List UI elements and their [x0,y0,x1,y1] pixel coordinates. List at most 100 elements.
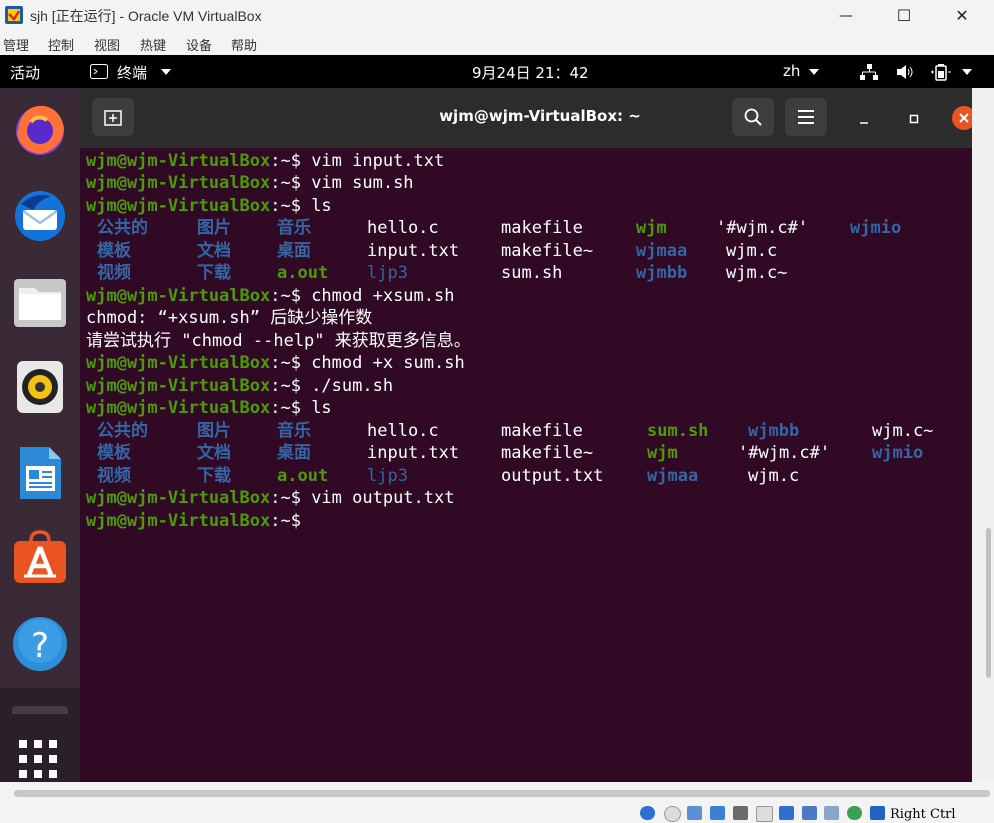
vt-x-status-icon[interactable] [824,806,839,820]
window-title: sjh [正在运行] - Oracle VM VirtualBox [30,8,262,24]
clock[interactable]: 9月24日 21：42 [472,62,589,83]
dock-libreoffice-writer[interactable] [9,442,71,504]
terminal-minimize-button[interactable] [853,108,875,130]
ubuntu-dock: ? [0,88,80,782]
error-line: 请尝试执行 "chmod --help" 来获取更多信息。 [86,331,471,351]
menu-view[interactable]: 视图 [94,35,120,54]
show-apps-grid-icon[interactable] [19,740,59,780]
dock-bottom-area [0,688,80,782]
activities-button[interactable]: 活动 [10,62,40,83]
help-icon: ? [13,617,67,671]
keyboard-capture-icon[interactable] [870,806,885,820]
ls-entry: wjm [647,443,678,463]
menu-manage[interactable]: 管理 [3,35,29,54]
display-status-icon[interactable] [779,806,794,820]
minimize-icon [860,122,868,124]
dock-firefox[interactable] [9,98,71,160]
dock-files[interactable] [9,272,71,334]
ls-entry: wjm.c [726,241,778,261]
terminal-line: wjm@wjm-VirtualBox:~$ ./sum.sh [86,376,394,396]
optical-drive-status-icon[interactable] [664,806,681,822]
recording-status-icon[interactable] [802,806,817,820]
minimize-button[interactable]: — [818,0,874,31]
menu-devices[interactable]: 设备 [186,35,212,54]
minimize-icon: — [839,7,853,24]
ls-entry: ljp3 [367,466,408,486]
chevron-down-icon [161,69,171,75]
menu-hotkey[interactable]: 热键 [140,35,166,54]
ls-entry: wjmbb [636,263,688,283]
terminal-line: wjm@wjm-VirtualBox:~$ vim sum.sh [86,173,414,193]
ls-entry: 图片 [197,218,231,238]
maximize-icon [909,114,919,124]
dock-minimized-window[interactable] [12,706,68,714]
ls-entry: makefile~ [501,241,594,261]
vm-vertical-scrollbar[interactable] [972,88,994,782]
vm-horizontal-scrollbar[interactable] [14,790,990,797]
vbox-statusbar [0,803,994,823]
network-status-icon[interactable] [710,806,725,820]
ls-entry: '#wjm.c#' [716,218,809,238]
shared-folders-status-icon[interactable] [756,806,773,822]
window-titlebar: sjh [正在运行] - Oracle VM VirtualBox — ☐ ✕ [0,0,994,31]
ls-entry: makefile~ [501,443,594,463]
speaker-icon [17,361,63,413]
ls-entry: sum.sh [501,263,563,283]
hard-disk-status-icon[interactable] [640,806,655,820]
dock-software-center[interactable] [9,527,71,589]
ls-entry: 模板 [97,241,131,261]
ls-entry: 公共的 [97,421,148,441]
folder-icon [14,279,66,327]
gnome-topbar: 活动 终端 9月24日 21：42 zh [0,55,994,88]
menu-help[interactable]: 帮助 [231,35,257,54]
dock-rhythmbox[interactable] [9,356,71,418]
hamburger-icon [798,110,814,124]
maximize-icon: ☐ [896,6,912,25]
ls-entry: input.txt [367,241,460,261]
svg-text:?: ? [31,626,49,666]
terminal-line: wjm@wjm-VirtualBox:~$ chmod +x sum.sh [86,353,465,373]
dock-help[interactable]: ? [9,613,71,675]
ls-entry: wjm.c~ [872,421,934,441]
ls-entry: 桌面 [277,443,311,463]
writer-document-icon [20,447,61,499]
terminal-maximize-button[interactable] [903,108,925,130]
menu-control[interactable]: 控制 [48,35,74,54]
close-button[interactable]: ✕ [934,0,990,31]
ls-entry: 音乐 [277,421,311,441]
ls-entry: output.txt [501,466,604,486]
ls-entry: wjmaa [647,466,699,486]
terminal-output[interactable]: wjm@wjm-VirtualBox:~$ vim input.txt wjm@… [80,148,972,782]
error-line: chmod: “+xsum.sh” 后缺少操作数 [86,308,373,328]
input-method[interactable]: zh [783,62,800,80]
ls-entry: wjmbb [748,421,800,441]
ls-entry: 图片 [197,421,231,441]
terminal-line: wjm@wjm-VirtualBox:~$ chmod +xsum.sh [86,286,455,306]
terminal-headerbar: wjm@wjm-VirtualBox: ~ [80,88,976,148]
app-menu-label[interactable]: 终端 [117,62,147,83]
ls-entry: input.txt [367,443,460,463]
chevron-down-icon [962,69,972,75]
firefox-icon [16,105,64,155]
terminal-line: wjm@wjm-VirtualBox:~$ vim input.txt [86,151,445,171]
terminal-current-prompt[interactable]: wjm@wjm-VirtualBox:~$ [86,510,311,532]
ls-entry: hello.c [367,421,439,441]
ls-entry: wjmio [850,218,902,238]
terminal-line: wjm@wjm-VirtualBox:~$ vim output.txt [86,488,455,508]
ls-entry: hello.c [367,218,439,238]
battery-icon[interactable] [930,63,952,81]
volume-icon[interactable] [896,64,914,80]
search-button[interactable] [732,98,774,136]
menu-button[interactable] [785,98,827,136]
network-icon[interactable] [860,64,878,80]
dock-thunderbird[interactable] [9,184,71,246]
guest-additions-status-icon[interactable] [847,806,862,820]
ls-entry: 下载 [197,466,231,486]
usb-status-icon[interactable] [733,806,748,820]
terminal-line: wjm@wjm-VirtualBox:~$ ls [86,398,332,418]
audio-status-icon[interactable] [687,806,702,820]
scrollbar-thumb[interactable] [986,528,991,678]
maximize-button[interactable]: ☐ [876,0,932,31]
ls-entry: a.out [277,263,329,283]
close-icon: ✕ [955,6,969,25]
